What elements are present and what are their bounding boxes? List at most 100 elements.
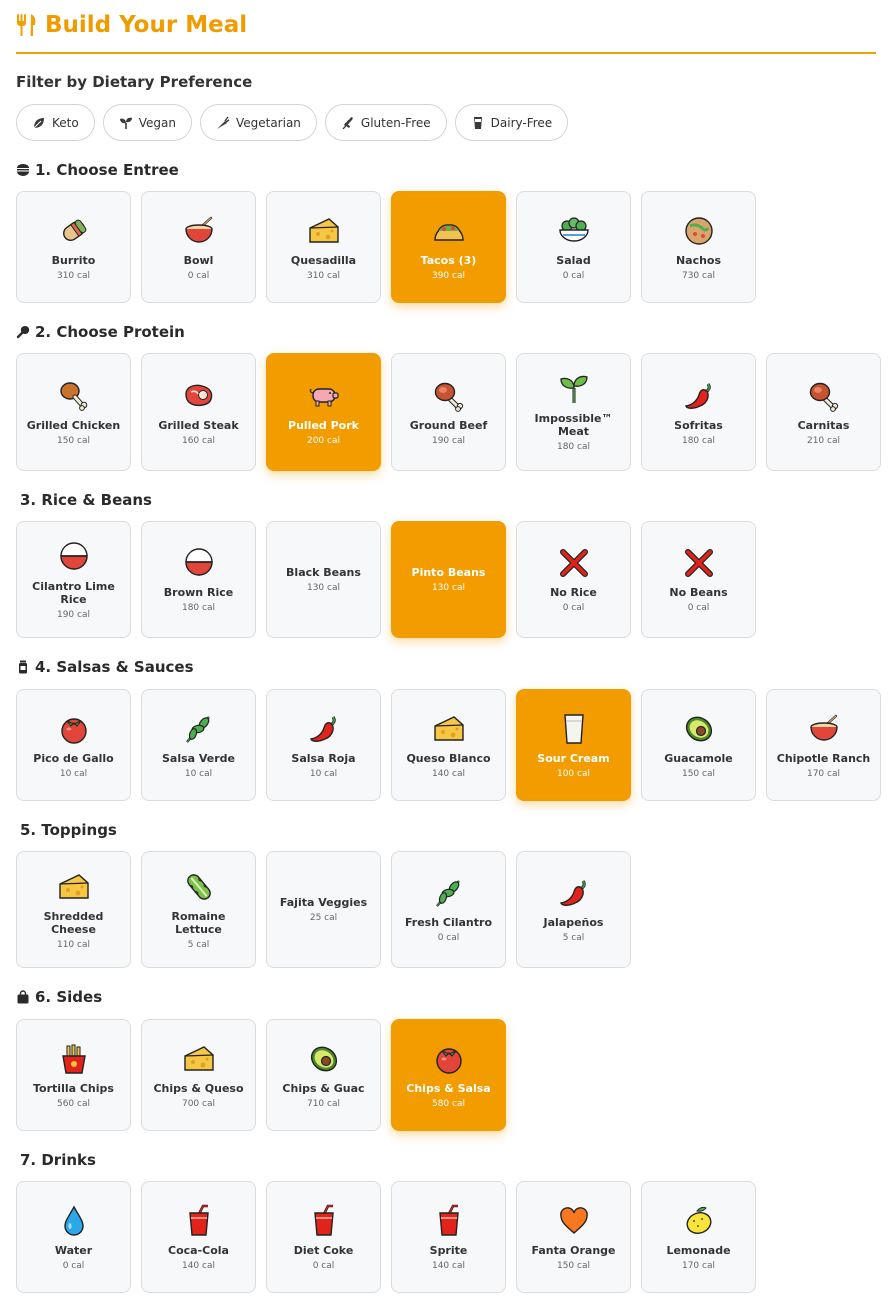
sprout-icon <box>119 117 132 129</box>
option-calories: 180 cal <box>681 435 715 446</box>
option-calories: 10 cal <box>309 768 338 779</box>
option-card-guacamole[interactable]: Guacamole 150 cal <box>641 689 756 801</box>
bowl-icon <box>809 714 838 741</box>
salad-icon <box>558 216 589 242</box>
option-card-chips-queso[interactable]: Chips & Queso 700 cal <box>141 1019 256 1131</box>
bowl-icon <box>17 164 29 176</box>
page-title: Build Your Meal <box>45 12 248 38</box>
option-name: Diet Coke <box>293 1243 354 1257</box>
option-calories: 580 cal <box>431 1098 465 1109</box>
filter-chip-keto[interactable]: Keto <box>16 104 95 141</box>
filter-chip-label: Keto <box>52 115 79 130</box>
option-card-sprite[interactable]: Sprite 140 cal <box>391 1181 506 1293</box>
filter-chips: Keto Vegan Vegetarian Gluten-Free Dairy-… <box>16 104 569 141</box>
option-calories: 130 cal <box>306 583 340 593</box>
option-card-cilantro-lime-rice[interactable]: Cilantro Lime Rice 190 cal <box>16 521 131 638</box>
option-card-fanta-orange[interactable]: Fanta Orange 150 cal <box>516 1181 631 1293</box>
option-calories: 150 cal <box>556 1260 590 1271</box>
option-name: Grilled Steak <box>158 418 239 432</box>
option-card-lemonade[interactable]: Lemonade 170 cal <box>641 1181 756 1293</box>
sides-grid: Tortilla Chips 560 cal Chips & Queso 700… <box>16 1019 506 1131</box>
option-card-bowl[interactable]: Bowl 0 cal <box>141 191 256 303</box>
option-card-sour-cream[interactable]: Sour Cream 100 cal <box>516 689 631 801</box>
option-card-carnitas[interactable]: Carnitas 210 cal <box>766 353 881 471</box>
option-card-grilled-chicken[interactable]: Grilled Chicken 150 cal <box>16 353 131 471</box>
option-calories: 180 cal <box>556 442 590 452</box>
heart-icon <box>559 1206 588 1234</box>
option-card-fresh-cilantro[interactable]: Fresh Cilantro 0 cal <box>391 851 506 968</box>
option-card-impossible-meat[interactable]: Impossible™ Meat 180 cal <box>516 353 631 471</box>
rice-bowl-icon <box>184 548 213 576</box>
glass-icon <box>473 116 482 129</box>
option-calories: 25 cal <box>309 913 338 923</box>
option-name: Salad <box>556 253 591 267</box>
option-name: Carnitas <box>797 418 850 432</box>
filter-chip-gluten-free[interactable]: Gluten-Free <box>324 104 447 141</box>
option-name: Shredded Cheese <box>43 909 104 936</box>
option-card-black-beans[interactable]: Black Beans 130 cal <box>266 521 381 638</box>
option-card-tortilla-chips[interactable]: Tortilla Chips 560 cal <box>16 1019 131 1131</box>
option-card-water[interactable]: Water 0 cal <box>16 1181 131 1293</box>
option-card-salsa-verde[interactable]: Salsa Verde 10 cal <box>141 689 256 801</box>
option-card-pico-de-gallo[interactable]: Pico de Gallo 10 cal <box>16 689 131 801</box>
option-card-romaine-lettuce[interactable]: Romaine Lettuce 5 cal <box>141 851 256 968</box>
option-card-queso-blanco[interactable]: Queso Blanco 140 cal <box>391 689 506 801</box>
option-calories: 130 cal <box>431 583 465 593</box>
option-card-chipotle-ranch[interactable]: Chipotle Ranch 170 cal <box>766 689 881 801</box>
rice-bowl-icon <box>59 541 88 570</box>
option-name: Bowl <box>183 253 214 267</box>
option-card-salsa-roja[interactable]: Salsa Roja 10 cal <box>266 689 381 801</box>
filter-chip-label: Gluten-Free <box>360 115 431 130</box>
option-name: Black Beans <box>286 566 361 579</box>
option-calories: 180 cal <box>181 603 215 613</box>
filter-chip-dairy-free[interactable]: Dairy-Free <box>454 104 569 141</box>
option-card-coca-cola[interactable]: Coca-Cola 140 cal <box>141 1181 256 1293</box>
option-card-ground-beef[interactable]: Ground Beef 190 cal <box>391 353 506 471</box>
option-card-chips-guac[interactable]: Chips & Guac 710 cal <box>266 1019 381 1131</box>
option-card-chips-salsa[interactable]: Chips & Salsa 580 cal <box>391 1019 506 1131</box>
section-title-protein: 2. Choose Protein <box>16 322 185 342</box>
option-card-pinto-beans[interactable]: Pinto Beans 130 cal <box>391 521 506 638</box>
cup-straw-icon <box>188 1204 209 1236</box>
option-card-salad[interactable]: Salad 0 cal <box>516 191 631 303</box>
toppings-grid: Shredded Cheese 110 cal Romaine Lettuce … <box>16 851 631 968</box>
cheese-icon <box>433 715 464 741</box>
filter-chip-vegetarian[interactable]: Vegetarian <box>199 104 317 141</box>
option-name: Nachos <box>675 253 722 267</box>
section-title-salsas-sauces: 4. Salsas & Sauces <box>16 657 194 677</box>
option-name: Chipotle Ranch <box>776 751 871 765</box>
option-name: Chips & Guac <box>282 1081 365 1095</box>
option-calories: 140 cal <box>431 768 465 779</box>
filter-chip-vegan[interactable]: Vegan <box>102 104 192 141</box>
option-card-no-rice[interactable]: No Rice 0 cal <box>516 521 631 638</box>
option-card-jalapenos[interactable]: Jalapeños 5 cal <box>516 851 631 968</box>
option-card-diet-coke[interactable]: Diet Coke 0 cal <box>266 1181 381 1293</box>
option-card-grilled-steak[interactable]: Grilled Steak 160 cal <box>141 353 256 471</box>
drumstick-icon <box>16 326 30 339</box>
option-name: Romaine Lettuce <box>171 909 226 936</box>
section-title-text: 4. Salsas & Sauces <box>35 658 194 676</box>
option-calories: 210 cal <box>806 435 840 446</box>
option-card-fajita-veggies[interactable]: Fajita Veggies 25 cal <box>266 851 381 968</box>
section-title-text: 5. Toppings <box>20 821 117 839</box>
option-card-pulled-pork[interactable]: Pulled Pork 200 cal <box>266 353 381 471</box>
option-card-tacos[interactable]: Tacos (3) 390 cal <box>391 191 506 303</box>
option-name: Pinto Beans <box>411 566 486 579</box>
option-calories: 140 cal <box>431 1260 465 1271</box>
option-name: Quesadilla <box>290 253 357 267</box>
option-card-shredded-cheese[interactable]: Shredded Cheese 110 cal <box>16 851 131 968</box>
option-card-nachos[interactable]: Nachos 730 cal <box>641 191 756 303</box>
option-card-burrito[interactable]: Burrito 310 cal <box>16 191 131 303</box>
option-calories: 310 cal <box>56 270 90 281</box>
option-card-quesadilla[interactable]: Quesadilla 310 cal <box>266 191 381 303</box>
leaf-icon <box>33 117 44 128</box>
option-card-sofritas[interactable]: Sofritas 180 cal <box>641 353 756 471</box>
option-card-no-beans[interactable]: No Beans 0 cal <box>641 521 756 638</box>
option-calories: 190 cal <box>431 435 465 446</box>
option-name: Brown Rice <box>163 586 234 599</box>
option-card-brown-rice[interactable]: Brown Rice 180 cal <box>141 521 256 638</box>
option-name: Chips & Queso <box>153 1081 244 1095</box>
option-calories: 150 cal <box>56 435 90 446</box>
option-name: Jalapeños <box>543 916 604 929</box>
option-calories: 0 cal <box>562 270 585 281</box>
